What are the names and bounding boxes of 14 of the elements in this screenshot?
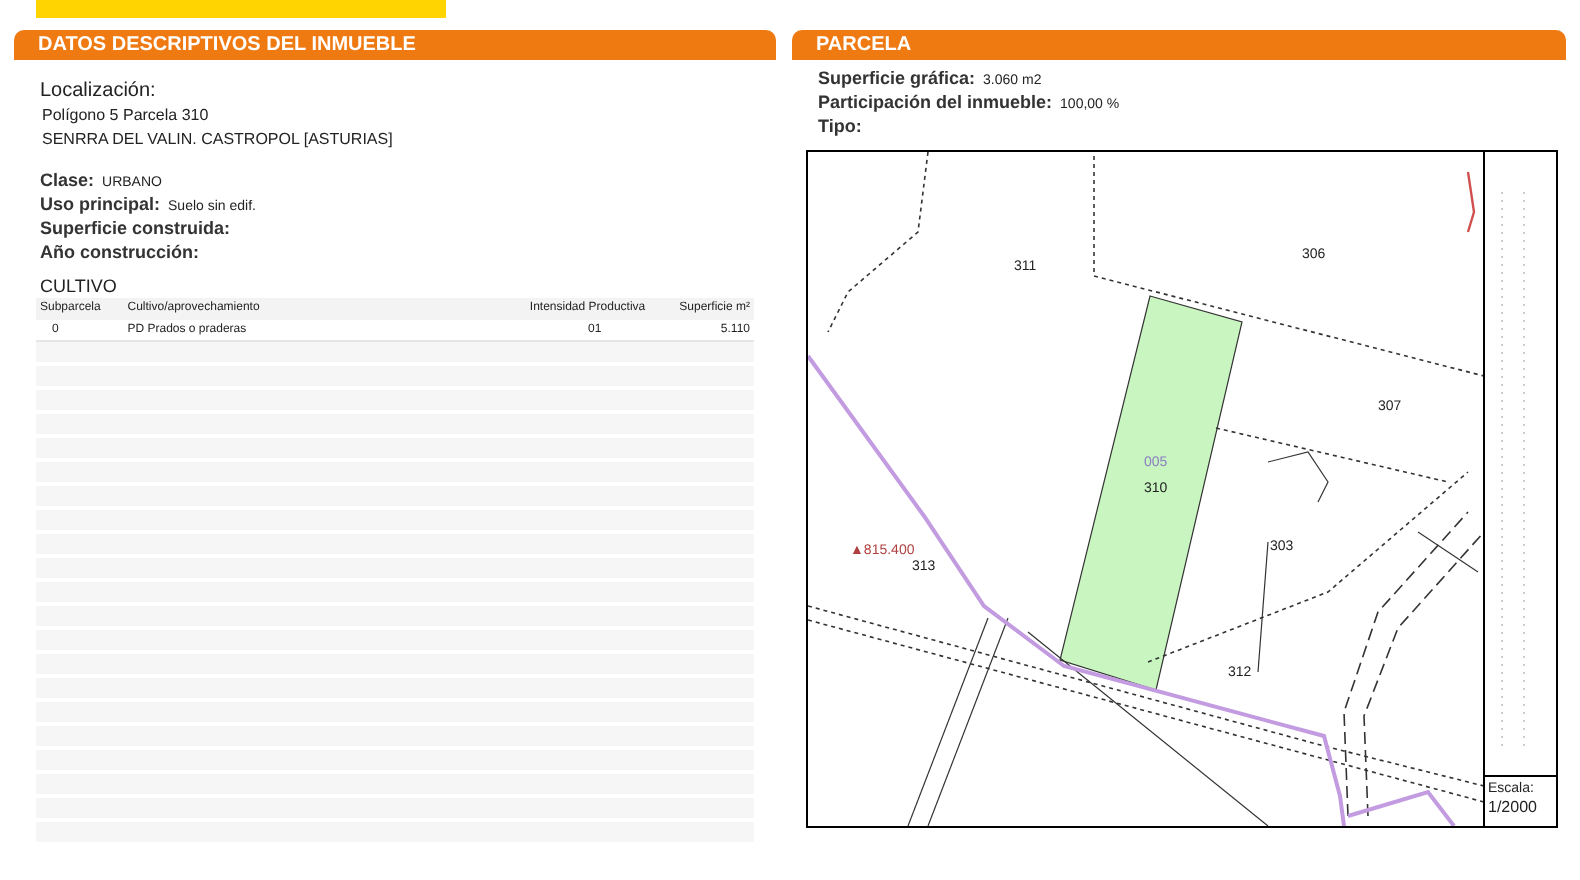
field-label: Superficie construida: (40, 216, 231, 242)
location-line: Polígono 5 Parcela 310 (42, 104, 211, 128)
section-header: DATOS DESCRIPTIVOS DEL INMUEBLE (14, 30, 776, 60)
section-header: PARCELA (792, 30, 1566, 60)
field-label: Clase: (40, 168, 95, 194)
field-label: Superficie gráfica: (818, 66, 976, 92)
field-label: Uso principal: (40, 192, 161, 218)
field-label: Participación del inmueble: (818, 90, 1053, 116)
scale-value: 1/2000 (1488, 798, 1537, 816)
field-label: Año construcción: (40, 240, 200, 266)
location-line: SENRRA DEL VALIN. CASTROPOL [ASTURIAS] (42, 128, 395, 152)
table-title: CULTIVO (40, 274, 119, 298)
field-label: Tipo: (818, 114, 862, 140)
location-label: Localización: (40, 78, 158, 104)
